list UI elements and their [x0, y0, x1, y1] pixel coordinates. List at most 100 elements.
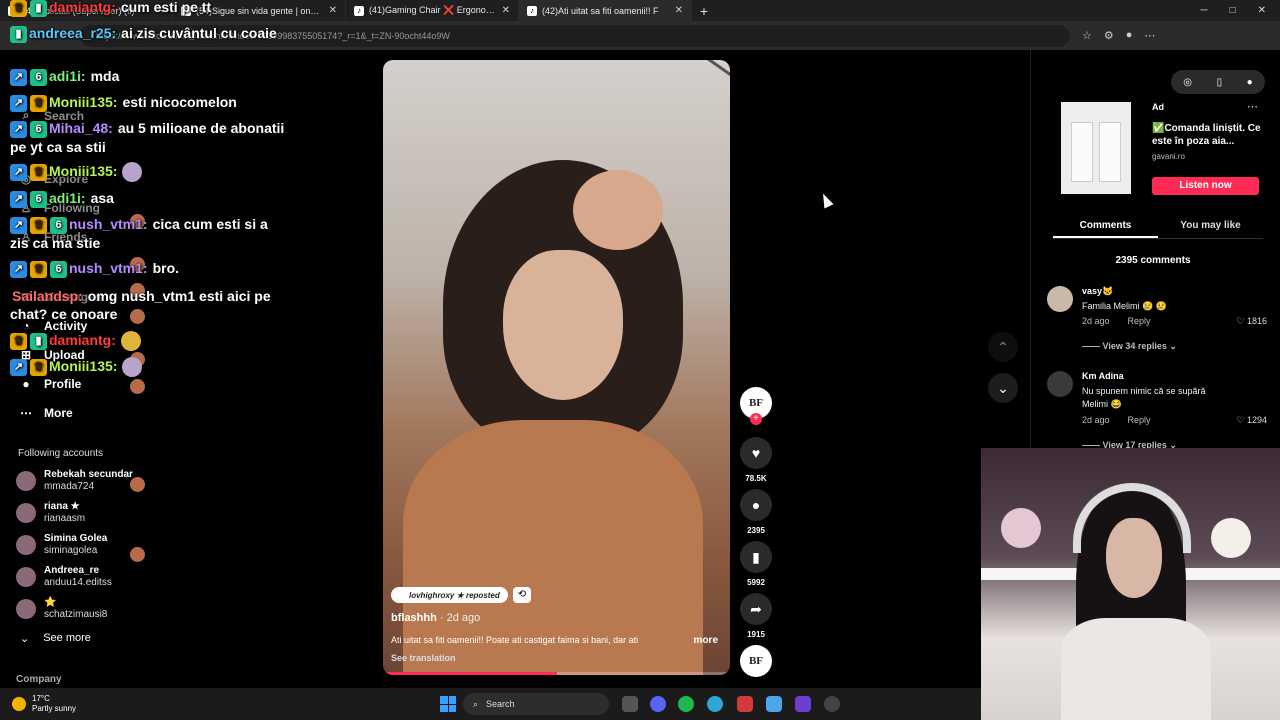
user-avatar-icon[interactable]: ●: [1247, 77, 1253, 88]
following-account[interactable]: ⭐ schatzimausi8: [16, 597, 107, 621]
ad-image[interactable]: [1061, 102, 1131, 194]
emote-icon: [120, 331, 141, 352]
chevron-up-icon: ⌃: [997, 338, 1009, 355]
close-window-icon[interactable]: ✕: [1258, 5, 1266, 16]
app-icon[interactable]: [737, 696, 753, 712]
sidebar-item-label: More: [44, 406, 73, 420]
video-subject-face: [503, 250, 623, 400]
windows-start-icon[interactable]: [440, 696, 456, 712]
reply-button[interactable]: Reply: [1128, 415, 1151, 425]
sidebar-item-more[interactable]: ⋯ More: [18, 406, 73, 420]
comment-meta: 2d ago Reply: [1082, 415, 1151, 425]
video-author[interactable]: bflashhh · 2d ago: [391, 612, 480, 624]
chat-username: adi1i:: [49, 190, 86, 206]
video-player[interactable]: lovhighroxy ★ reposted ⟲ bflashhh · 2d a…: [383, 60, 730, 675]
follow-plus-icon[interactable]: +: [750, 413, 762, 425]
chat-username: andreea_r25:: [29, 25, 117, 41]
comment-username[interactable]: Km Adina: [1082, 371, 1124, 381]
menu-icon[interactable]: ⋯: [1144, 29, 1155, 42]
browser-tab-4[interactable]: ♪ (42)Ati uitat sa fiti oamenii!! F ✕: [519, 0, 692, 21]
avatar: [16, 503, 36, 523]
maximize-icon[interactable]: □: [1230, 5, 1236, 16]
tab-title: (41)Gaming Chair ❌ Ergonomic: [369, 5, 497, 15]
view-toggle: ◎ ▯ ●: [1171, 70, 1265, 94]
account-handle: schatzimausi8: [44, 609, 108, 620]
chat-username: Moniii135:: [49, 358, 118, 374]
chat-username: Moniii135:: [49, 94, 118, 110]
comment-like-button[interactable]: ♡ 1294: [1236, 415, 1267, 426]
chat-text: esti nicocomelon: [122, 94, 237, 110]
tab-you-may-like[interactable]: You may like: [1158, 213, 1263, 238]
compass-icon[interactable]: ◎: [1183, 77, 1192, 88]
prime-badge-icon: ↗: [10, 120, 27, 138]
close-tab-icon[interactable]: ✕: [329, 5, 337, 16]
app-icon[interactable]: [795, 696, 811, 712]
following-account[interactable]: Simina Golea siminagolea: [16, 533, 107, 557]
ad-text[interactable]: ✅Comanda liniștit. Ce este în poza aia..…: [1152, 122, 1264, 148]
avatar[interactable]: [1047, 286, 1073, 312]
extensions-icon[interactable]: ⚙: [1104, 29, 1114, 42]
comment-date: 2d ago: [1082, 316, 1110, 326]
task-view-icon[interactable]: [622, 696, 638, 712]
see-translation-link[interactable]: See translation: [391, 653, 456, 663]
sub-badge-icon: 6: [50, 216, 67, 234]
browser-tab-3[interactable]: ♪ (41)Gaming Chair ❌ Ergonomic ✕: [346, 0, 519, 21]
avatar[interactable]: [1047, 371, 1073, 397]
comment-username[interactable]: vasy🐱: [1082, 286, 1113, 297]
comment-button[interactable]: ●: [740, 489, 772, 521]
crown-badge-icon: ♛: [30, 163, 47, 181]
app-icon[interactable]: [824, 696, 840, 712]
tab-comments[interactable]: Comments: [1053, 213, 1158, 238]
close-tab-icon[interactable]: ✕: [502, 5, 510, 16]
following-account[interactable]: riana ★ rianaasm: [16, 501, 85, 525]
windows-taskbar: 17°C Partly sunny ⌕ Search: [0, 688, 981, 720]
sidebar-item-profile[interactable]: ● Profile: [18, 377, 81, 391]
see-more-button[interactable]: ⌄ See more: [20, 632, 91, 645]
comment-like-button[interactable]: ♡ 1816: [1236, 316, 1267, 327]
previous-video-button[interactable]: ⌃: [988, 332, 1018, 362]
webcam-decor: [1211, 518, 1251, 558]
comment-like-count: 1294: [1246, 415, 1267, 425]
repost-icon[interactable]: ⟲: [513, 587, 531, 603]
phone-icon[interactable]: ▯: [1217, 77, 1223, 88]
chat-message: ↗ ♛ 6 nush_vtm1: cica cum esti si a zis ca m…: [10, 215, 290, 252]
edge-icon[interactable]: [707, 696, 723, 712]
chat-username: Moniii135:: [49, 163, 118, 179]
ad-options-icon[interactable]: ⋯: [1247, 100, 1258, 113]
discord-icon[interactable]: [650, 696, 666, 712]
next-video-button[interactable]: ⌄: [988, 373, 1018, 403]
following-account[interactable]: Rebekah secundar mmada724: [16, 469, 133, 493]
video-date: · 2d ago: [439, 612, 481, 624]
emote-icon: [122, 357, 143, 378]
comment-like-count: 1816: [1246, 316, 1267, 326]
app-icon[interactable]: [766, 696, 782, 712]
ad-cta-button[interactable]: Listen now: [1152, 177, 1259, 195]
repost-label[interactable]: lovhighroxy ★ reposted: [391, 587, 508, 603]
view-replies-button[interactable]: —— View 34 replies ⌄: [1082, 341, 1177, 352]
save-button[interactable]: ▮: [740, 541, 772, 573]
weather-widget[interactable]: 17°C Partly sunny: [12, 694, 76, 714]
author-name[interactable]: bflashhh: [391, 612, 437, 624]
weather-temp: 17°C: [32, 694, 50, 703]
chat-text: bro.: [152, 260, 180, 276]
toolbar-icons: ☆ ⚙ ● ⋯: [1082, 29, 1155, 42]
chat-message: ↗ ♛ Moniii135:: [10, 357, 290, 562]
close-tab-icon[interactable]: ✕: [675, 5, 683, 16]
favorite-icon[interactable]: ☆: [1082, 29, 1092, 42]
account-name: Simina Golea: [44, 533, 108, 544]
reply-button[interactable]: Reply: [1128, 316, 1151, 326]
caption-more-button[interactable]: more: [694, 635, 718, 646]
minimize-icon[interactable]: ─: [1200, 5, 1207, 16]
profile-icon[interactable]: ●: [1126, 29, 1133, 42]
chat-username: damiantg:: [49, 0, 116, 15]
share-button[interactable]: ➦: [740, 593, 772, 625]
sound-disc[interactable]: BF: [740, 645, 772, 677]
company-link[interactable]: Company: [16, 674, 62, 685]
like-button[interactable]: ♥: [740, 437, 772, 469]
taskbar-search[interactable]: ⌕ Search: [463, 693, 609, 715]
spotify-icon[interactable]: [678, 696, 694, 712]
comment-text: Nu spunem nimic că se supără Melimi 😂: [1082, 386, 1206, 409]
following-account[interactable]: Andreea_re anduu14.editss: [16, 565, 112, 589]
new-tab-button[interactable]: +: [692, 3, 716, 19]
video-progress-bar[interactable]: [383, 672, 730, 675]
